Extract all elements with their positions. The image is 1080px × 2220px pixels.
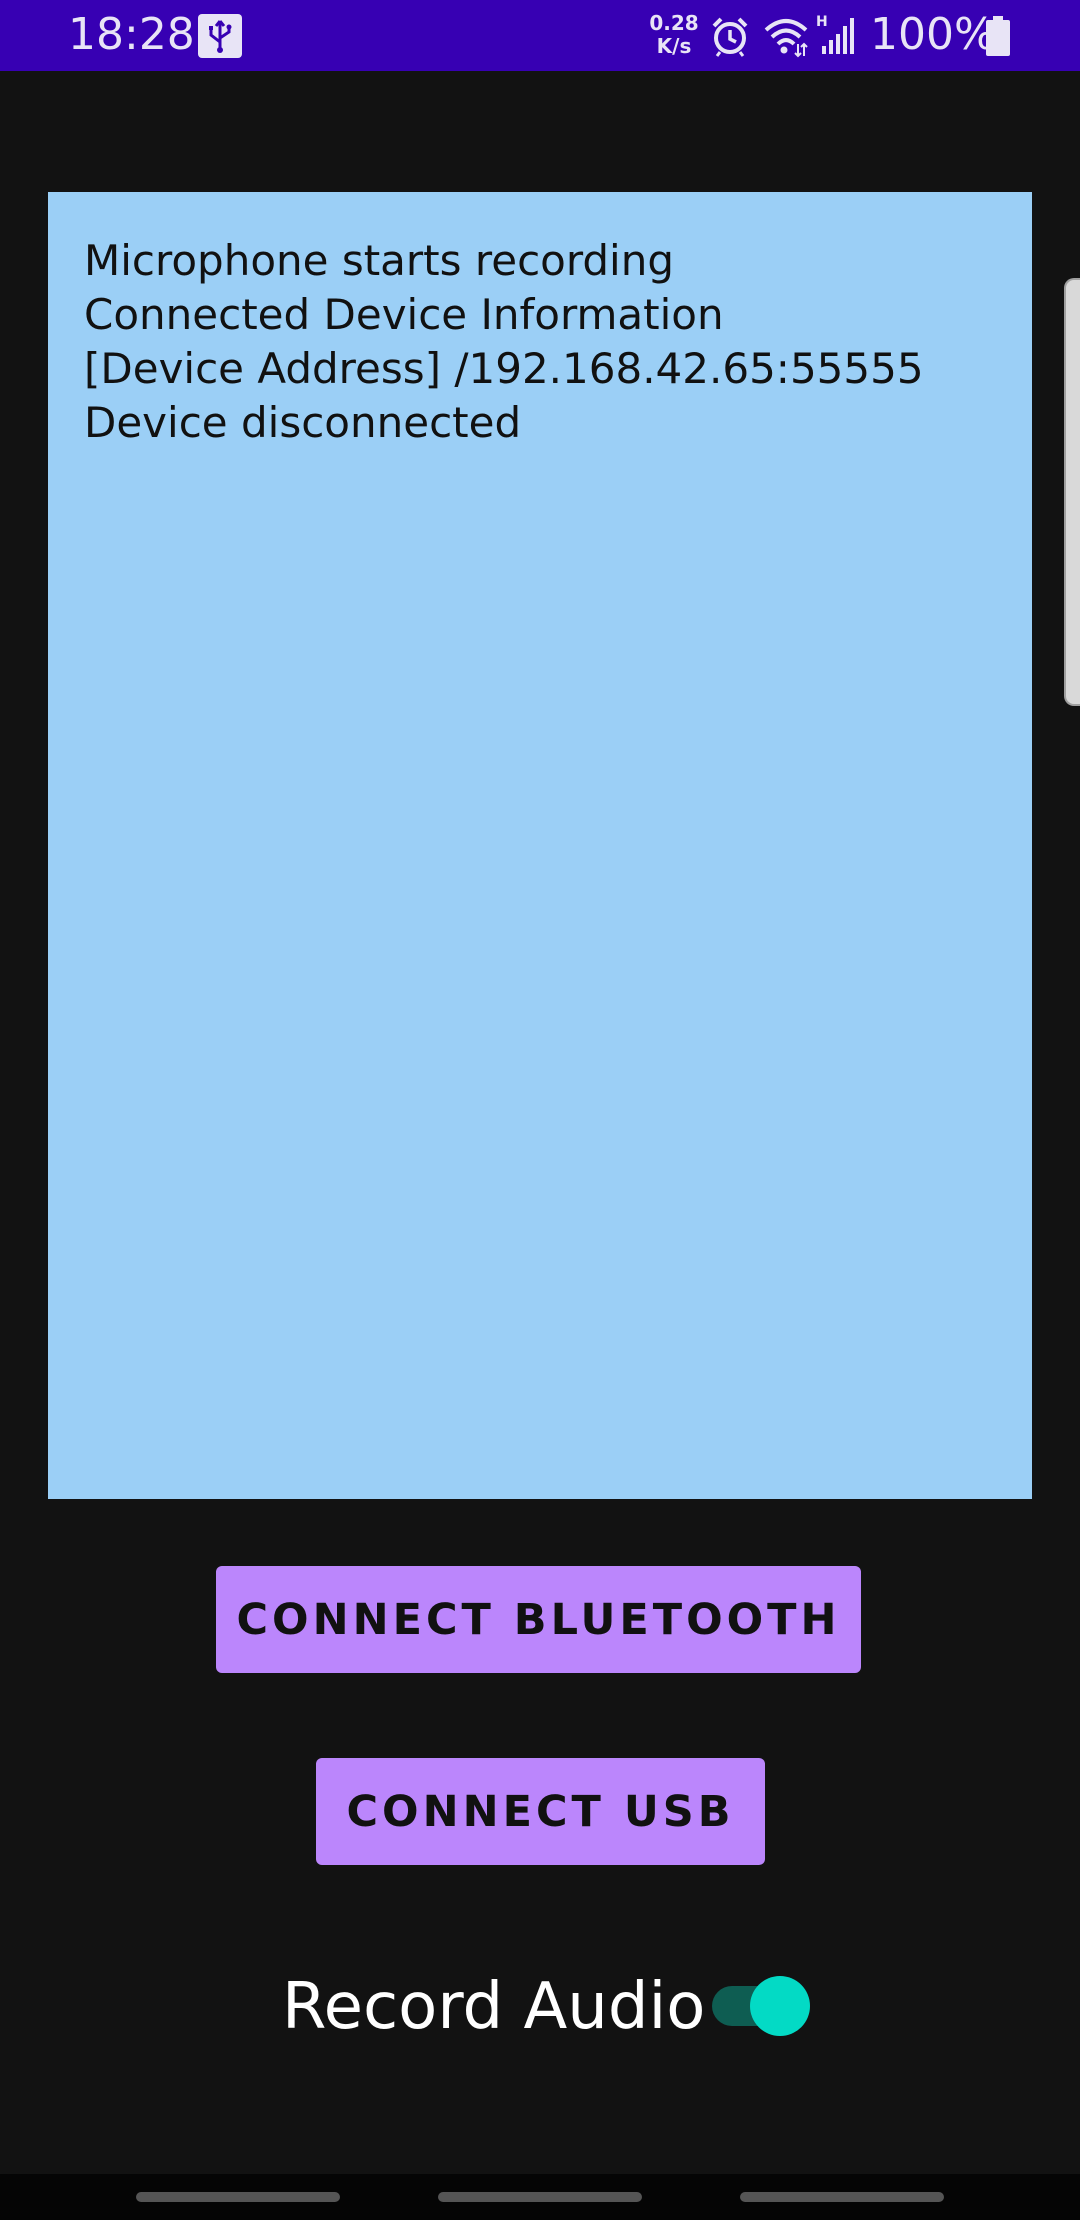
wifi-icon	[762, 14, 810, 58]
network-speed: 0.28 K/s	[648, 12, 700, 58]
scrollbar-thumb[interactable]	[1064, 278, 1080, 706]
log-line: Connected Device Information	[84, 290, 724, 339]
log-line: [Device Address] /192.168.42.65:55555	[84, 344, 924, 393]
back-nav-button[interactable]	[740, 2192, 944, 2202]
network-type-label: H	[816, 14, 828, 30]
status-time: 18:28	[68, 9, 195, 60]
network-speed-value: 0.28	[649, 11, 699, 35]
network-speed-unit: K/s	[656, 34, 692, 58]
home-nav-button[interactable]	[438, 2192, 642, 2202]
usb-icon	[198, 14, 242, 58]
log-line: Microphone starts recording	[84, 236, 674, 285]
connect-bluetooth-label: CONNECT BLUETOOTH	[236, 1594, 841, 1645]
log-panel: Microphone starts recording Connected De…	[48, 192, 1032, 1499]
connect-usb-label: CONNECT USB	[346, 1786, 735, 1837]
log-line: Device disconnected	[84, 398, 522, 447]
battery-icon	[984, 14, 1012, 58]
signal-icon: H	[816, 12, 856, 58]
record-audio-label: Record Audio	[282, 1970, 706, 2044]
status-bar: 18:28 0.28 K/s H 100%	[0, 0, 1080, 71]
navigation-bar	[0, 2174, 1080, 2220]
connect-usb-button[interactable]: CONNECT USB	[316, 1758, 765, 1865]
record-audio-toggle[interactable]	[708, 1976, 810, 2036]
toggle-thumb	[750, 1976, 810, 2036]
recent-apps-nav-button[interactable]	[136, 2192, 340, 2202]
alarm-icon	[708, 14, 752, 58]
connect-bluetooth-button[interactable]: CONNECT BLUETOOTH	[216, 1566, 861, 1673]
battery-percent: 100%	[870, 9, 996, 60]
